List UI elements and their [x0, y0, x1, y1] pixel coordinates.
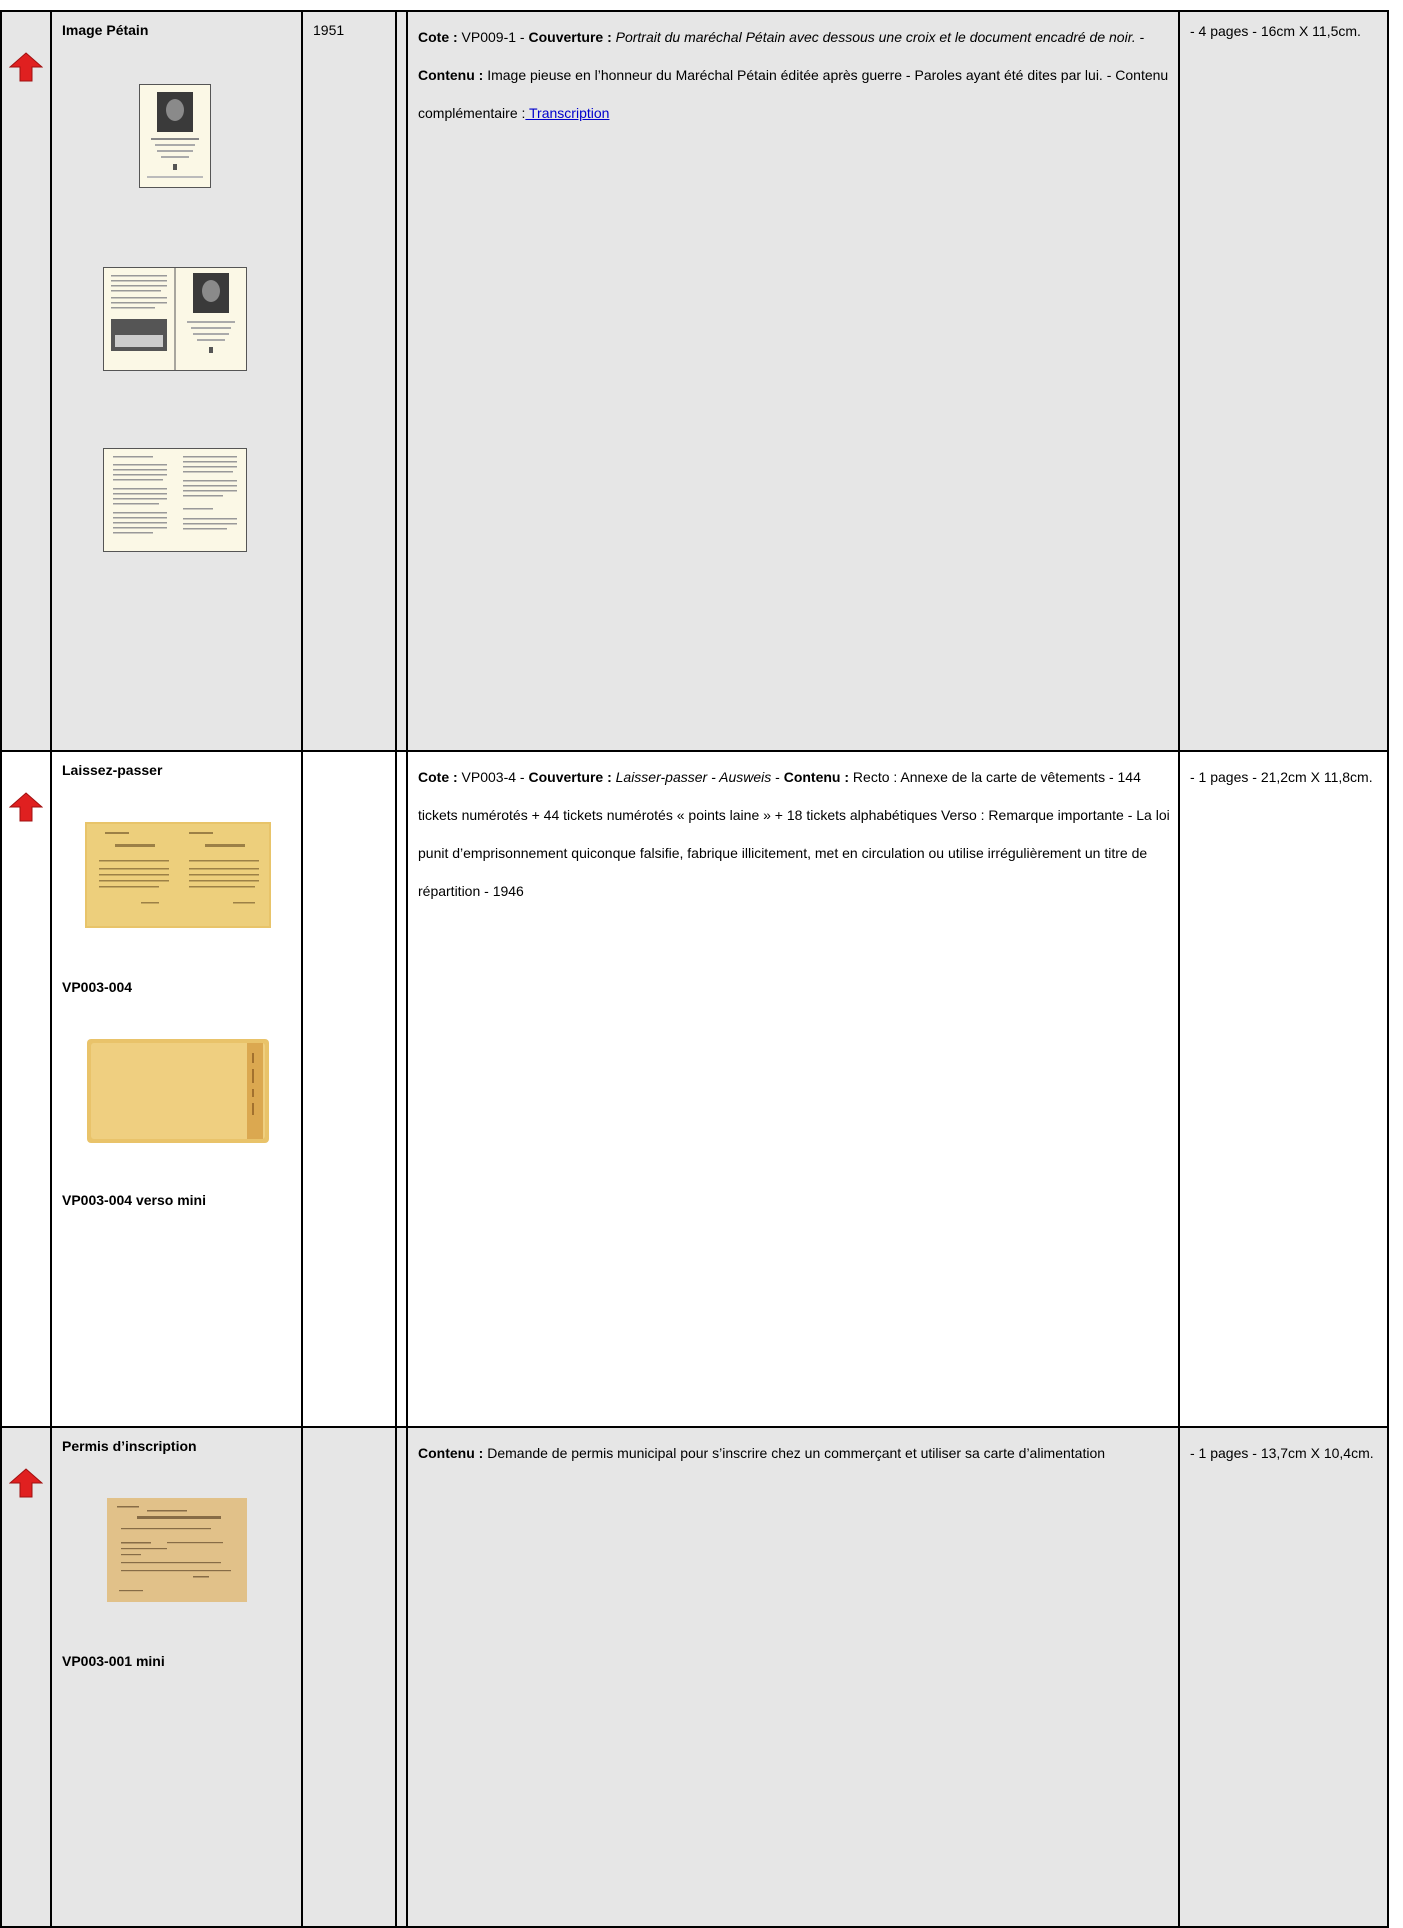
- contenu-text: Recto : Annexe de la carte de vêtements …: [418, 769, 1170, 899]
- item-year: [303, 752, 395, 762]
- transcription-link[interactable]: Transcription: [525, 105, 609, 121]
- thumbnail-caption: VP003-004: [62, 979, 133, 995]
- spacer-cell: [395, 10, 408, 752]
- year-cell: [301, 1426, 397, 1928]
- item-description: Cote : VP003-4 - Couverture : Laisser-pa…: [408, 752, 1178, 910]
- cote-value: VP009-1 -: [457, 29, 529, 45]
- up-arrow-icon[interactable]: [8, 52, 44, 82]
- permis-thumbnail[interactable]: [107, 1498, 301, 1605]
- recto-thumbnail[interactable]: [85, 822, 301, 931]
- text-pages-thumbnail[interactable]: [103, 448, 301, 555]
- cote-value: VP003-4 -: [457, 769, 529, 785]
- cote-label: Cote :: [418, 769, 458, 785]
- item-dimensions: - 1 pages - 21,2cm X 11,8cm.: [1190, 769, 1373, 785]
- description-cell: Cote : VP009-1 - Couverture : Portrait d…: [406, 10, 1180, 752]
- dims-cell: - 4 pages - 16cm X 11,5cm.: [1178, 10, 1389, 752]
- spread-thumbnail[interactable]: [103, 267, 301, 374]
- arrow-cell: [0, 750, 52, 1428]
- contenu-text: Demande de permis municipal pour s’inscr…: [483, 1445, 1106, 1461]
- item-year: [303, 1428, 395, 1438]
- description-cell: Cote : VP003-4 - Couverture : Laisser-pa…: [406, 750, 1180, 1428]
- description-cell: Contenu : Demande de permis municipal po…: [406, 1426, 1180, 1928]
- table-row: Laissez-passer VP003-004 VP003-004 verso…: [0, 750, 1389, 1428]
- up-arrow-icon[interactable]: [8, 792, 44, 822]
- couverture-text: Portrait du maréchal Pétain avec dessous…: [611, 29, 1136, 45]
- item-dimensions: - 1 pages - 13,7cm X 10,4cm.: [1190, 1445, 1374, 1461]
- spacer-cell: [395, 1426, 408, 1928]
- dims-cell: - 1 pages - 13,7cm X 10,4cm.: [1178, 1426, 1389, 1928]
- separator: -: [771, 769, 784, 785]
- year-cell: [301, 750, 397, 1428]
- table-row: Image Pétain 1951 Cote: VP009-1 - Couve…: [0, 10, 1389, 752]
- item-description: Contenu : Demande de permis municipal po…: [408, 1428, 1178, 1472]
- item-cell: Image Pétain: [50, 10, 303, 752]
- item-title: Image Pétain: [62, 22, 149, 38]
- item-year: 1951: [313, 22, 345, 38]
- portrait-thumbnail[interactable]: [139, 84, 301, 191]
- verso-thumbnail[interactable]: [87, 1039, 301, 1146]
- catalog-table: Image Pétain 1951 Cote: VP009-1 - Couve…: [0, 10, 1389, 1928]
- year-cell: 1951: [301, 10, 397, 752]
- couverture-text: Laisser-passer - Ausweis: [611, 769, 772, 785]
- cote-label: Cote :: [418, 29, 458, 45]
- arrow-cell: [0, 10, 52, 752]
- item-title: Permis d’inscription: [62, 1438, 197, 1454]
- contenu-label: Contenu :: [418, 1445, 484, 1461]
- contenu-label: Contenu :: [418, 67, 484, 83]
- item-title: Laissez-passer: [62, 762, 163, 778]
- thumbnail-caption: VP003-001 mini: [62, 1653, 165, 1669]
- item-description: Cote : VP009-1 - Couverture : Portrait d…: [408, 12, 1178, 132]
- separator: -: [1135, 29, 1145, 45]
- couverture-label: Couverture :: [528, 29, 612, 45]
- arrow-cell: [0, 1426, 52, 1928]
- contenu-label: Contenu :: [783, 769, 850, 785]
- spacer-cell: [395, 750, 408, 1428]
- item-cell: Permis d’inscription VP003-001 mini: [50, 1426, 303, 1928]
- dims-cell: - 1 pages - 21,2cm X 11,8cm.: [1178, 750, 1389, 1428]
- table-row: Permis d’inscription VP003-001 mini Cont…: [0, 1426, 1389, 1928]
- item-cell: Laissez-passer VP003-004 VP003-004 verso…: [50, 750, 303, 1428]
- couverture-label: Couverture :: [528, 769, 612, 785]
- up-arrow-icon[interactable]: [8, 1468, 44, 1498]
- thumbnail-caption: VP003-004 verso mini: [62, 1192, 206, 1208]
- item-dimensions: - 4 pages - 16cm X 11,5cm.: [1190, 23, 1361, 39]
